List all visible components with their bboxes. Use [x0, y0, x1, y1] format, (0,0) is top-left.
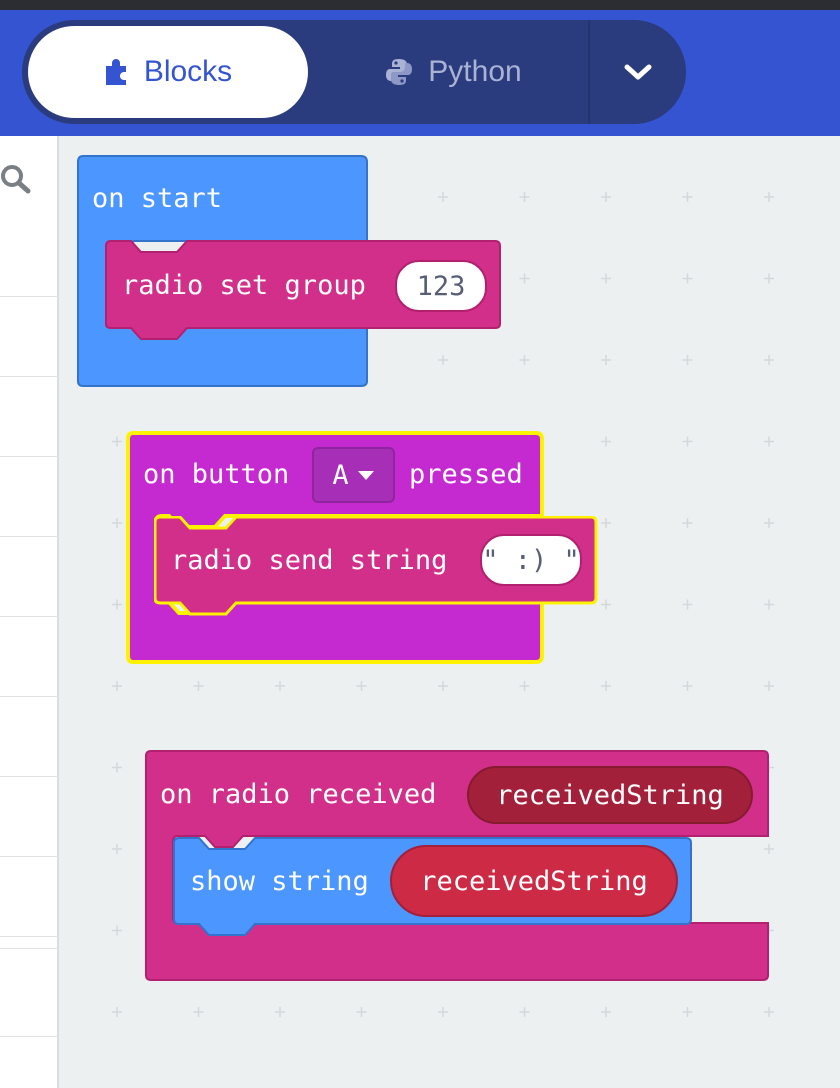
grid-cross — [275, 681, 285, 691]
toolbox-divider — [0, 456, 59, 457]
editor-header: Blocks Python — [0, 10, 840, 136]
grid-cross — [438, 1007, 448, 1017]
language-dropdown-button[interactable] — [588, 20, 686, 124]
grid-cross — [764, 518, 774, 528]
toolbox-divider — [0, 376, 59, 377]
chevron-down-icon — [623, 62, 653, 82]
grid-cross — [764, 192, 774, 202]
grid-cross — [682, 599, 693, 610]
toolbox-divider — [0, 1036, 59, 1037]
on-button-label-before: on button — [143, 459, 290, 490]
button-select-dropdown[interactable]: A — [312, 447, 395, 503]
grid-cross — [193, 681, 204, 691]
grid-cross — [764, 681, 774, 691]
toolbox-divider — [0, 948, 59, 949]
grid-cross — [682, 518, 693, 528]
grid-cross — [682, 436, 693, 447]
grid-cross — [275, 1007, 285, 1017]
on-radio-received-label: on radio received — [160, 779, 437, 810]
on-start-label: on start — [92, 183, 223, 214]
grid-cross — [438, 681, 448, 691]
grid-cross — [764, 1007, 774, 1017]
tab-python[interactable]: Python — [322, 26, 584, 118]
grid-cross — [519, 681, 530, 691]
puzzle-icon — [104, 58, 130, 86]
tab-blocks[interactable]: Blocks — [28, 26, 308, 118]
grid-cross — [112, 599, 122, 610]
grid-cross — [764, 436, 774, 447]
grid-cross — [682, 192, 693, 202]
grid-cross — [519, 355, 530, 365]
grid-cross — [519, 1007, 530, 1017]
grid-cross — [519, 192, 530, 202]
radio-set-group-label: radio set group — [122, 270, 366, 301]
grid-cross — [112, 844, 122, 854]
grid-cross — [601, 192, 611, 202]
toolbox-divider — [0, 696, 59, 697]
search-icon[interactable] — [0, 164, 34, 194]
toolbox-divider — [0, 936, 59, 937]
received-string-variable[interactable]: receivedString — [390, 845, 678, 917]
grid-cross — [112, 681, 122, 691]
grid-cross — [682, 681, 693, 691]
toolbox-divider — [0, 616, 59, 617]
toolbox-divider — [0, 776, 59, 777]
grid-cross — [682, 1007, 693, 1017]
grid-cross — [112, 518, 122, 528]
toolbox-divider — [0, 296, 59, 297]
grid-cross — [356, 1007, 367, 1017]
group-number-input[interactable]: 123 — [395, 260, 487, 312]
grid-cross — [438, 192, 448, 202]
grid-cross — [601, 1007, 611, 1017]
grid-cross — [764, 273, 774, 284]
string-value-input[interactable]: " :) " — [480, 534, 582, 586]
grid-cross — [112, 436, 122, 447]
grid-cross — [112, 762, 122, 773]
tab-blocks-label: Blocks — [143, 55, 233, 88]
python-icon — [384, 57, 414, 87]
grid-cross — [112, 1007, 122, 1017]
toolbox-sidebar — [0, 136, 59, 1088]
tab-python-label: Python — [428, 55, 522, 88]
grid-cross — [601, 681, 611, 691]
grid-cross — [356, 681, 367, 691]
blocks-workspace[interactable]: on start radio set group 123 on button A… — [59, 136, 840, 1088]
grid-cross — [438, 355, 448, 365]
grid-cross — [764, 599, 774, 610]
button-select-value: A — [332, 459, 349, 491]
caret-down-icon — [357, 469, 375, 481]
grid-cross — [601, 355, 611, 365]
editor-toggle: Blocks Python — [22, 20, 686, 124]
grid-cross — [764, 355, 774, 365]
received-string-parameter[interactable]: receivedString — [467, 766, 753, 824]
grid-cross — [519, 273, 530, 284]
grid-cross — [193, 1007, 204, 1017]
on-button-label-after: pressed — [409, 459, 523, 490]
toolbox-divider — [0, 536, 59, 537]
grid-cross — [601, 273, 611, 284]
window-top-strip — [0, 0, 840, 10]
grid-cross — [112, 925, 122, 936]
grid-cross — [682, 355, 693, 365]
toolbox-divider — [0, 856, 59, 857]
grid-cross — [682, 273, 693, 284]
show-string-label: show string — [190, 866, 369, 897]
radio-send-string-label: radio send string — [171, 545, 448, 576]
